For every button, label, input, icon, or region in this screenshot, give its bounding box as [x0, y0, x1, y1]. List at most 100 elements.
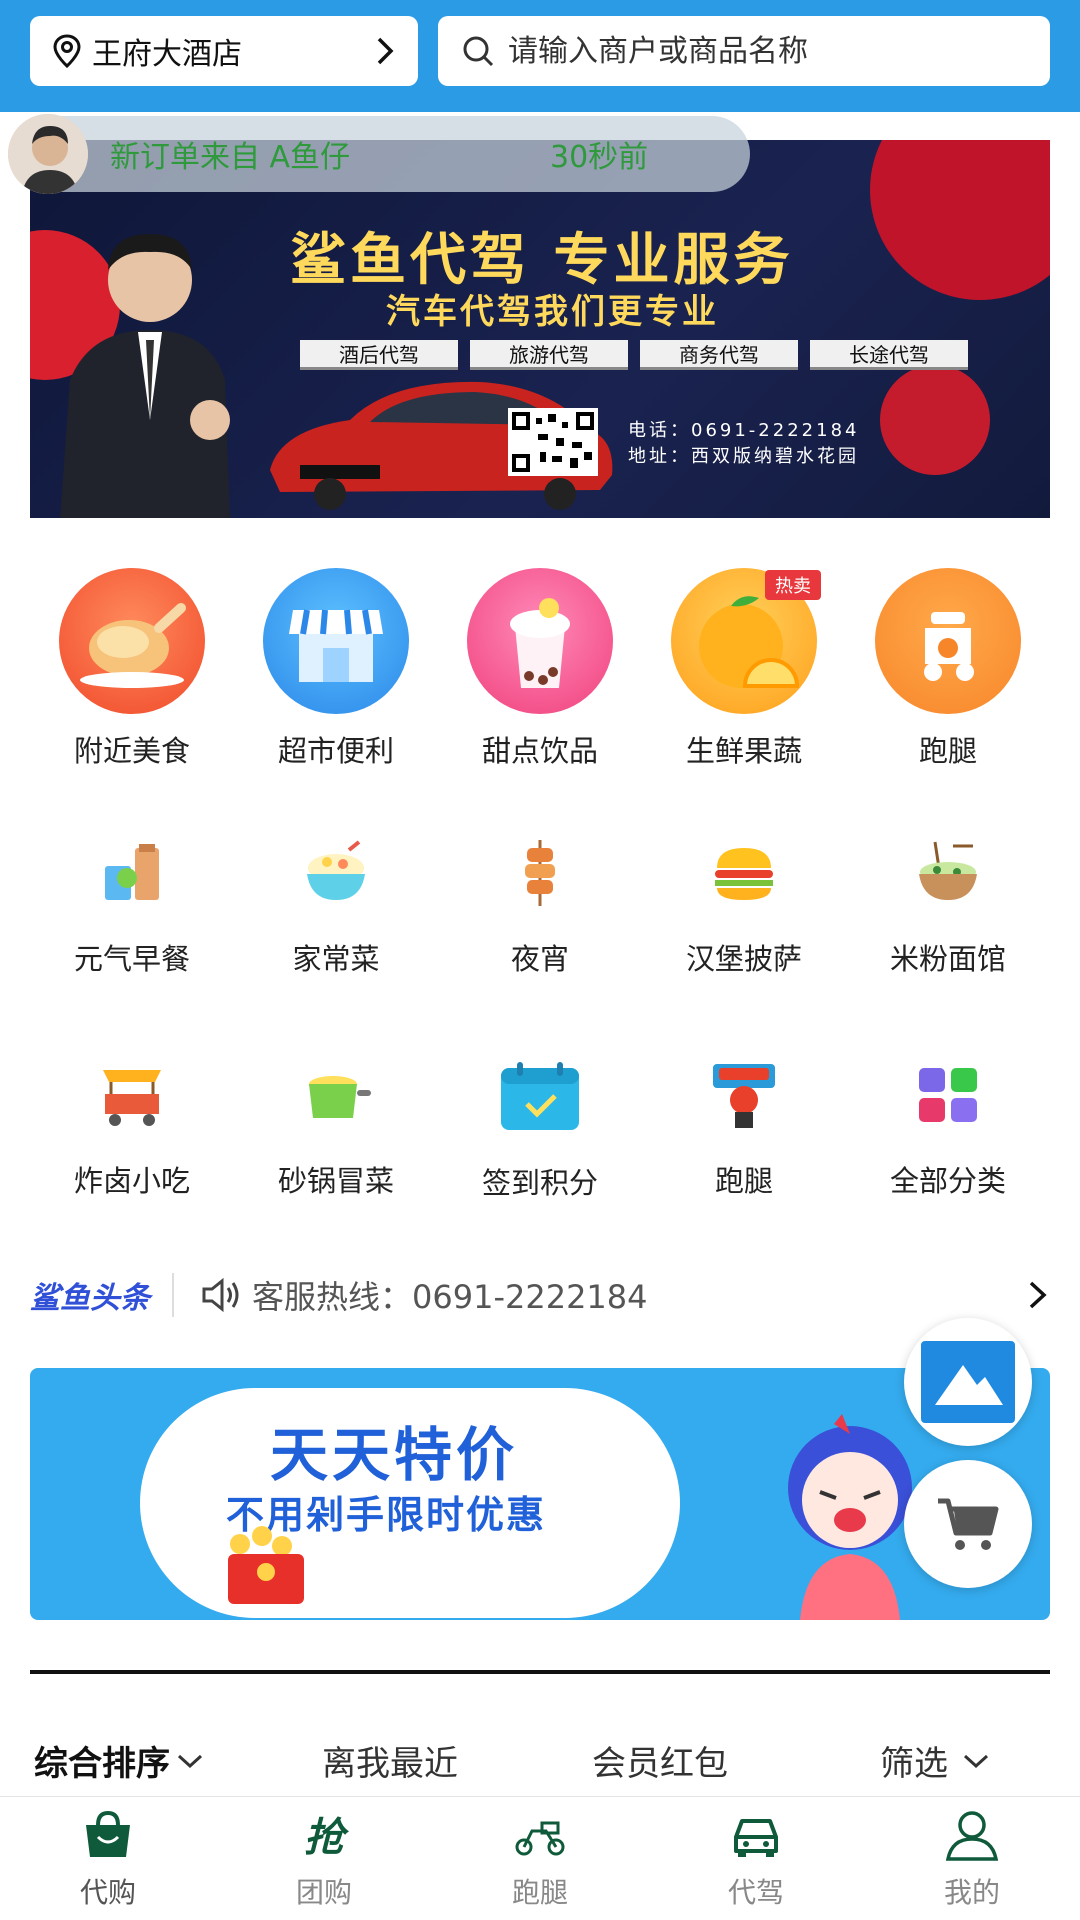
user-avatar-icon [8, 114, 88, 194]
svg-text:抢: 抢 [304, 1815, 350, 1861]
search-icon [463, 36, 494, 67]
promo-title: 天天特价 [270, 1421, 519, 1489]
category-item[interactable]: 夜宵 [438, 838, 642, 978]
driver-service-banner[interactable]: 鲨鱼代驾 专业服务 汽车代驾我们更专业 酒后代驾 旅游代驾 商务代驾 长途代驾 … [30, 140, 1050, 518]
grid-icon [913, 1060, 983, 1130]
category-item[interactable]: 超市便利 [234, 568, 438, 770]
breakfast-icon [97, 838, 167, 908]
sort-label: 会员红包 [592, 1744, 728, 1784]
category-label: 跑腿 [918, 734, 977, 768]
speaker-icon [202, 1277, 239, 1313]
tab-proxy-buy[interactable]: 代购 [0, 1809, 216, 1911]
category-label: 附近美食 [73, 734, 190, 768]
service-tag: 长途代驾 [810, 340, 968, 370]
grab-icon: 抢 [304, 1815, 350, 1861]
user-icon [945, 1811, 999, 1861]
category-label: 汉堡披萨 [685, 942, 802, 976]
chevron-down-icon [177, 1754, 203, 1768]
tab-label: 代购 [79, 1876, 136, 1909]
qr-code-icon [508, 408, 598, 476]
delivery-rider-icon [709, 1060, 779, 1130]
news-ticker[interactable]: 鲨鱼头条 客服热线：0691-2222184 [30, 1262, 1050, 1328]
tab-errand[interactable]: 跑腿 [432, 1809, 648, 1911]
sort-default[interactable]: 综合排序 [34, 1736, 204, 1785]
top-header: 王府大酒店 [0, 0, 1080, 112]
service-tags: 酒后代驾 旅游代驾 商务代驾 长途代驾 [300, 340, 968, 370]
tab-designated-driver[interactable]: 代驾 [648, 1809, 864, 1911]
category-item[interactable]: 签到积分 [438, 1060, 642, 1202]
orange-icon: 热卖 [671, 568, 821, 714]
food-cart-icon [97, 1060, 167, 1130]
calendar-check-icon [499, 1060, 581, 1132]
notification-time: 30秒前 [550, 140, 649, 175]
location-name: 王府大酒店 [92, 37, 242, 72]
category-label: 全部分类 [889, 1164, 1006, 1198]
category-item[interactable]: 砂锅冒菜 [234, 1060, 438, 1200]
tab-group-buy[interactable]: 抢 团购 [216, 1809, 432, 1911]
sort-bar: 综合排序 离我最近 会员红包 筛选 [0, 1736, 1080, 1796]
shopping-bag-icon [86, 1810, 130, 1857]
order-notification: 新订单来自 A鱼仔 30秒前 [8, 114, 750, 194]
hot-badge-label: 热卖 [775, 576, 811, 597]
chevron-right-icon[interactable] [1026, 1279, 1050, 1311]
hot-badge: 热卖 [765, 570, 821, 600]
rice-bowl-icon [301, 838, 371, 908]
category-item[interactable]: 元气早餐 [30, 838, 234, 978]
noodle-bowl-icon [913, 838, 983, 908]
kebab-icon [505, 838, 575, 908]
contact-address: 地址：西双版纳碧水花园 [628, 446, 859, 467]
banner-subtitle: 汽车代驾我们更专业 [386, 292, 719, 332]
tab-label: 我的 [943, 1876, 1000, 1909]
notification-text: 新订单来自 A鱼仔 [110, 140, 351, 175]
category-item[interactable]: 家常菜 [234, 838, 438, 978]
bottom-tab-bar: 代购 抢 团购 跑腿 代驾 我的 [0, 1796, 1080, 1920]
red-envelope-icon [228, 1526, 304, 1604]
daily-deals-banner[interactable]: 天天特价 不用剁手限时优惠 [30, 1368, 1050, 1620]
sort-nearest[interactable]: 离我最近 [322, 1736, 458, 1785]
category-item[interactable]: 甜点饮品 [438, 568, 642, 770]
sort-label: 综合排序 [34, 1744, 170, 1784]
category-item[interactable]: 附近美食 [30, 568, 234, 770]
category-label: 甜点饮品 [481, 734, 598, 768]
tab-profile[interactable]: 我的 [864, 1809, 1080, 1911]
chevron-down-icon [963, 1754, 989, 1768]
contact-phone: 电话：0691-2222184 [628, 420, 860, 441]
service-tag: 酒后代驾 [300, 340, 458, 370]
sort-member-redpack[interactable]: 会员红包 [592, 1736, 728, 1785]
category-label: 米粉面馆 [889, 942, 1006, 976]
shopping-cart-icon [938, 1498, 999, 1550]
tab-label: 代驾 [727, 1876, 784, 1909]
category-label: 生鲜果蔬 [685, 734, 802, 768]
service-tag: 旅游代驾 [470, 340, 628, 370]
image-float-button[interactable] [904, 1318, 1032, 1446]
scooter-outline-icon [515, 1821, 565, 1856]
tab-label: 团购 [295, 1876, 352, 1909]
sort-label: 离我最近 [322, 1744, 458, 1784]
location-selector[interactable]: 王府大酒店 [30, 16, 418, 86]
chevron-right-icon [377, 37, 394, 65]
filter-button[interactable]: 筛选 [880, 1736, 990, 1785]
category-item[interactable]: 米粉面馆 [846, 838, 1050, 978]
category-item[interactable]: 炸卤小吃 [30, 1060, 234, 1200]
decor-circle [880, 365, 990, 475]
decor-circle [870, 140, 1050, 300]
search-bar[interactable] [438, 16, 1050, 86]
category-label: 家常菜 [292, 942, 380, 976]
category-item[interactable]: 汉堡披萨 [642, 838, 846, 978]
category-item[interactable]: 跑腿 [642, 1060, 846, 1200]
category-item[interactable]: 跑腿 [846, 568, 1050, 770]
category-item[interactable]: 全部分类 [846, 1060, 1050, 1200]
cart-float-button[interactable] [904, 1460, 1032, 1588]
category-label: 砂锅冒菜 [277, 1164, 394, 1198]
hot-pot-icon [301, 1060, 371, 1130]
search-input[interactable] [508, 33, 1028, 69]
category-item[interactable]: 热卖 生鲜果蔬 [642, 568, 846, 770]
section-divider [30, 1670, 1050, 1674]
category-label: 元气早餐 [73, 942, 190, 976]
sort-label: 筛选 [880, 1744, 948, 1784]
category-label: 超市便利 [277, 734, 394, 768]
car-icon [734, 1819, 778, 1857]
scooter-icon [875, 568, 1021, 714]
contact-info: 电话：0691-2222184 地址：西双版纳碧水花园 [628, 418, 859, 470]
divider [172, 1273, 174, 1317]
